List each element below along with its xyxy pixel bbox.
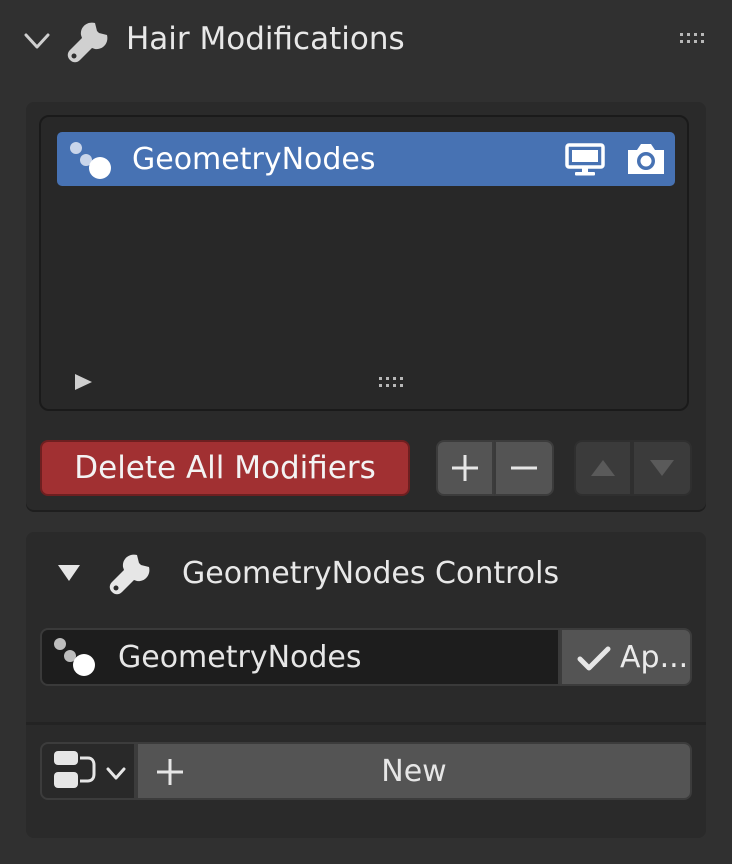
add-modifier-button[interactable] (436, 440, 494, 496)
chevron-down-icon[interactable] (22, 26, 52, 56)
remove-modifier-button[interactable] (494, 440, 554, 496)
minus-icon (511, 466, 537, 470)
move-up-button[interactable] (574, 440, 632, 496)
new-button-label: New (381, 754, 447, 789)
chevron-down-icon (106, 767, 126, 780)
wrench-icon (67, 22, 108, 63)
checkmark-icon (577, 646, 611, 671)
arrow-up-icon (591, 460, 615, 476)
node-group-value: GeometryNodes (118, 640, 362, 675)
controls-title: GeometryNodes Controls (182, 556, 560, 591)
plus-icon (452, 455, 478, 481)
camera-icon[interactable] (624, 140, 668, 178)
resize-grip-icon[interactable] (376, 374, 412, 390)
geometry-nodes-icon (70, 142, 111, 179)
delete-all-modifiers-button[interactable]: Delete All Modifiers (40, 440, 410, 496)
panel-title: Hair Modifications (126, 21, 405, 57)
collapse-triangle-icon[interactable] (56, 562, 82, 584)
geometry-nodes-icon (54, 638, 95, 676)
divider (26, 722, 706, 725)
apply-label: Ap... (620, 640, 689, 675)
arrow-down-icon (650, 460, 674, 476)
list-item-label: GeometryNodes (132, 142, 376, 177)
node-tree-icon (54, 751, 96, 788)
move-down-button[interactable] (632, 440, 692, 496)
monitor-icon[interactable] (564, 142, 606, 178)
wrench-icon (109, 554, 150, 595)
expand-triangle-icon[interactable] (72, 372, 94, 392)
drag-grip-icon[interactable] (678, 30, 710, 46)
